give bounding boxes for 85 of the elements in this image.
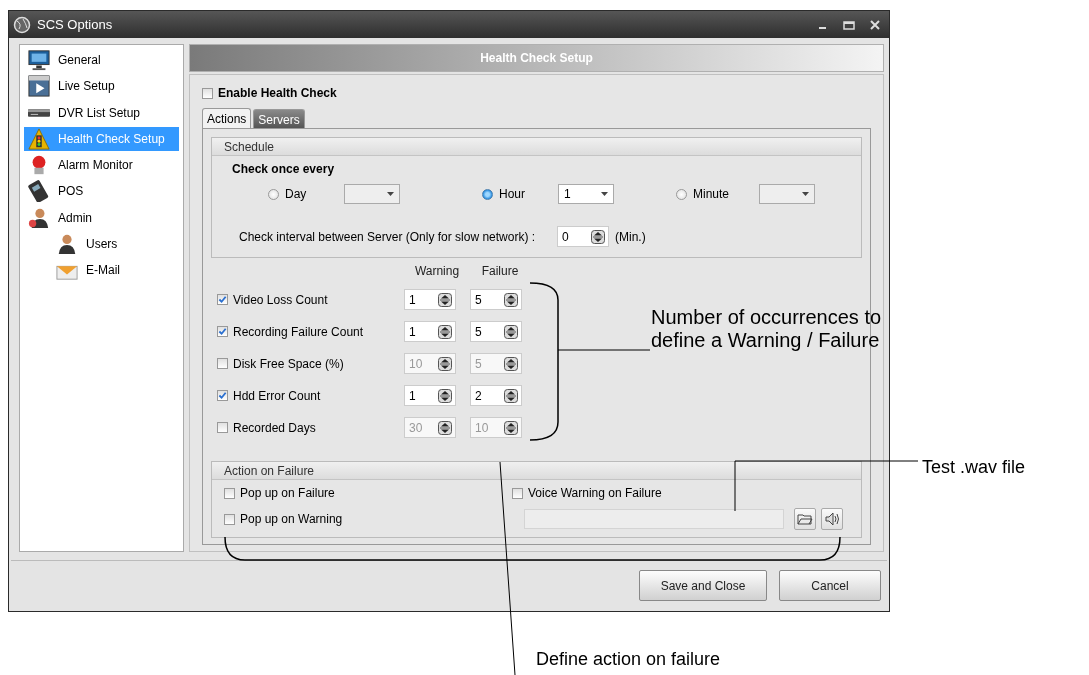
annotation-text: Number of occurrences to define a Warning / Failure bbox=[651, 306, 883, 352]
sidebar-item[interactable]: POS bbox=[24, 179, 179, 204]
dialog-button[interactable]: Save and Close bbox=[639, 570, 767, 601]
unit-label: (Min.) bbox=[615, 229, 646, 244]
spinner-icon bbox=[438, 356, 452, 371]
checkbox[interactable] bbox=[217, 422, 228, 433]
close-icon[interactable] bbox=[869, 18, 881, 31]
sidebar-item[interactable]: Live Setup bbox=[24, 74, 179, 99]
annotation-text: Test .wav file bbox=[922, 456, 1026, 479]
spinner-icon bbox=[504, 292, 518, 307]
sidebar-item[interactable]: E-Mail bbox=[52, 258, 179, 283]
spin-box[interactable]: 5 bbox=[470, 321, 522, 342]
checkbox[interactable] bbox=[217, 326, 228, 337]
spinner-icon bbox=[504, 388, 518, 403]
spin-box[interactable]: 5 bbox=[470, 289, 522, 310]
spinner-icon bbox=[504, 356, 518, 371]
tab[interactable]: Servers bbox=[253, 109, 305, 128]
annotation-text: Define action on failure bbox=[536, 648, 721, 671]
spinner-icon bbox=[438, 420, 452, 435]
checkbox-label: Disk Free Space (%) bbox=[233, 356, 344, 371]
checkbox[interactable] bbox=[202, 87, 213, 99]
caret-icon bbox=[387, 192, 394, 196]
dropdown[interactable]: 1 bbox=[558, 184, 614, 204]
checkbox-label: Voice Warning on Failure bbox=[528, 486, 662, 500]
spinner-icon bbox=[438, 388, 452, 403]
checkbox[interactable] bbox=[217, 358, 228, 369]
caret-icon bbox=[802, 192, 809, 196]
groupbox-header: Action on Failure bbox=[212, 462, 861, 480]
checkbox-label: Video Loss Count bbox=[233, 292, 328, 307]
play-sound-button[interactable] bbox=[821, 508, 843, 530]
spin-box[interactable]: 2 bbox=[470, 385, 522, 406]
dialog-button[interactable]: Cancel bbox=[779, 570, 881, 601]
checkbox-label: Hdd Error Count bbox=[233, 388, 321, 403]
radio-button[interactable] bbox=[676, 188, 687, 200]
radio-label: Day bbox=[285, 187, 308, 201]
field-label: Check interval between Server (Only for slow network) : bbox=[239, 229, 537, 244]
warning-icon bbox=[28, 127, 50, 150]
sidebar-item[interactable]: DVR List Setup bbox=[24, 100, 179, 125]
radio-label: Hour bbox=[499, 187, 526, 201]
spinner-icon bbox=[504, 420, 518, 435]
spin-box[interactable]: 1 bbox=[404, 385, 456, 406]
dropdown[interactable] bbox=[759, 184, 815, 204]
browse-button[interactable] bbox=[794, 508, 816, 530]
checkbox[interactable] bbox=[224, 513, 235, 525]
film-icon bbox=[28, 75, 50, 98]
sidebar-item[interactable]: Users bbox=[52, 232, 179, 257]
spinner-icon bbox=[504, 324, 518, 339]
checkbox-label: Pop up on Warning bbox=[240, 512, 343, 526]
spinner-icon bbox=[438, 324, 452, 339]
column-header: Warning bbox=[413, 264, 461, 278]
speaker-icon bbox=[824, 511, 840, 527]
person-icon bbox=[28, 206, 50, 229]
radio-button[interactable] bbox=[482, 188, 493, 200]
monitor-icon bbox=[28, 49, 50, 71]
maximize-icon[interactable] bbox=[843, 18, 855, 31]
checkbox-label: Recorded Days bbox=[233, 420, 316, 435]
checkbox[interactable] bbox=[217, 390, 228, 401]
sidebar-item[interactable]: Admin bbox=[24, 205, 179, 230]
spin-box[interactable]: 1 bbox=[404, 321, 456, 342]
file-path-field[interactable] bbox=[524, 509, 784, 529]
groupbox-header: Schedule bbox=[212, 138, 861, 156]
spinner-icon bbox=[438, 292, 452, 307]
folder-icon bbox=[797, 511, 813, 527]
spinner-icon bbox=[591, 229, 605, 244]
caret-icon bbox=[601, 192, 608, 196]
sidebar-item[interactable]: Alarm Monitor bbox=[24, 153, 179, 178]
radio-button[interactable] bbox=[268, 188, 279, 200]
person-icon bbox=[56, 233, 78, 256]
spin-box[interactable]: 0 bbox=[557, 226, 609, 247]
checkbox-label: Recording Failure Count bbox=[233, 324, 364, 339]
tab[interactable]: Actions bbox=[202, 108, 252, 128]
column-header: Failure bbox=[480, 264, 520, 278]
checkbox-label: Pop up on Failure bbox=[240, 486, 335, 500]
sidebar-item[interactable]: General bbox=[24, 48, 179, 72]
section-heading: Check once every bbox=[232, 162, 336, 176]
checkbox-label: Enable Health Check bbox=[218, 86, 337, 100]
checkbox[interactable] bbox=[217, 294, 228, 305]
spin-box[interactable]: 1 bbox=[404, 289, 456, 310]
panel-header: Health Check Setup bbox=[189, 44, 884, 72]
globe-icon bbox=[13, 15, 31, 34]
checkbox[interactable] bbox=[224, 487, 235, 499]
window-title: SCS Options bbox=[37, 17, 114, 32]
radio-label: Minute bbox=[693, 187, 731, 201]
checkbox[interactable] bbox=[512, 487, 523, 499]
dropdown[interactable] bbox=[344, 184, 400, 204]
